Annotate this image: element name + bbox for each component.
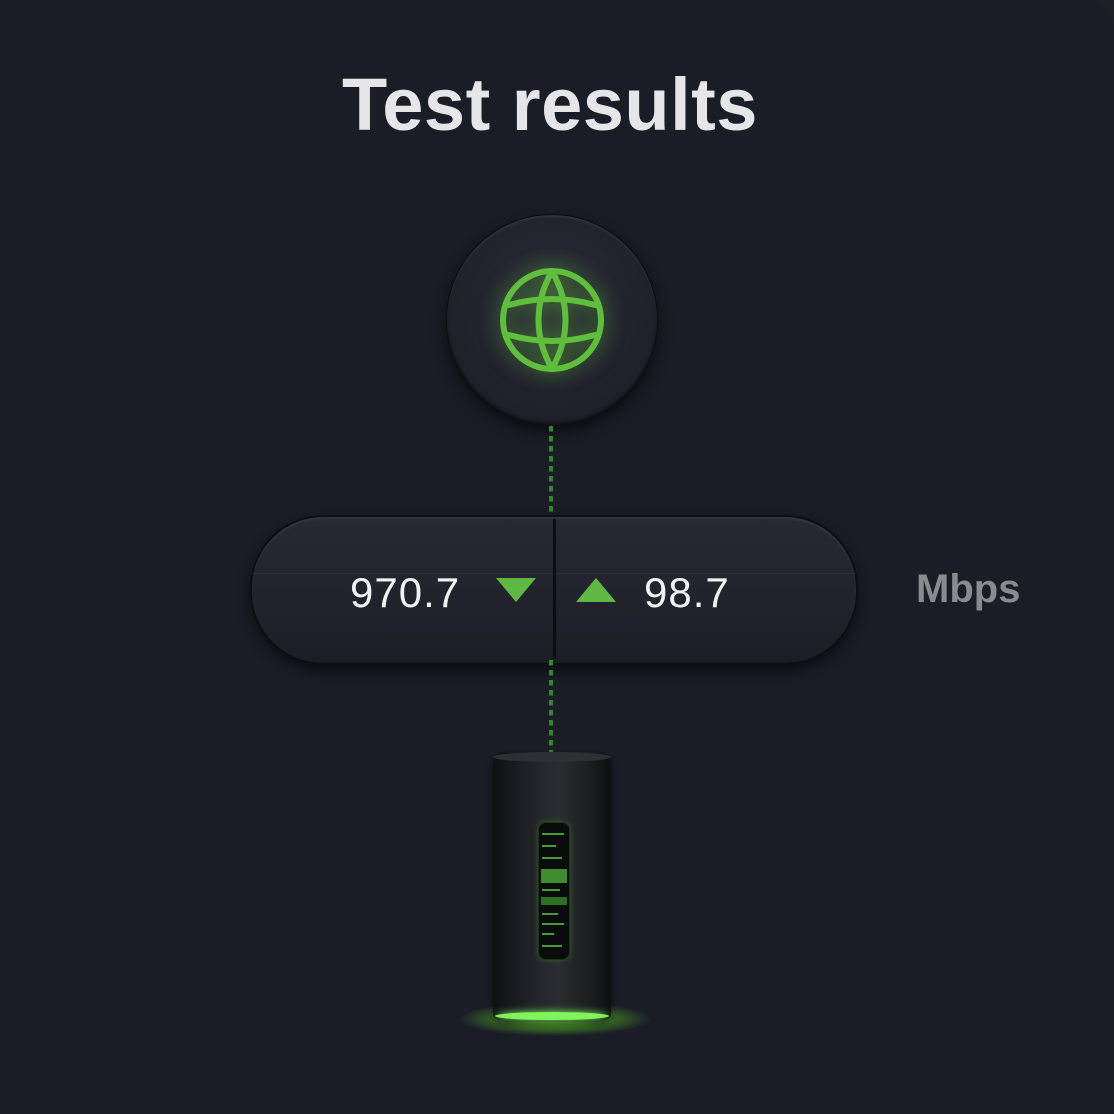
router-top (493, 752, 611, 762)
router-image[interactable] (450, 740, 660, 1040)
internet-node[interactable] (446, 214, 658, 426)
triangle-up-icon (576, 578, 616, 602)
router-screen (538, 822, 570, 960)
triangle-down-icon (496, 578, 536, 602)
pill-divider (553, 519, 556, 659)
speed-unit: Mbps (916, 567, 1021, 611)
globe-icon (500, 268, 604, 372)
router-body (493, 752, 611, 1022)
router-light-ring (495, 1012, 609, 1020)
download-speed: 970.7 (350, 569, 461, 616)
speed-result-pill: 970.7 98.7 (250, 515, 858, 665)
upload-speed: 98.7 (644, 569, 730, 616)
results-card: Test results 970.7 98.7 Mbps (0, 0, 1114, 1114)
page-title: Test results (342, 63, 758, 146)
connection-line-top (549, 426, 553, 518)
connection-line-bottom (549, 660, 553, 752)
